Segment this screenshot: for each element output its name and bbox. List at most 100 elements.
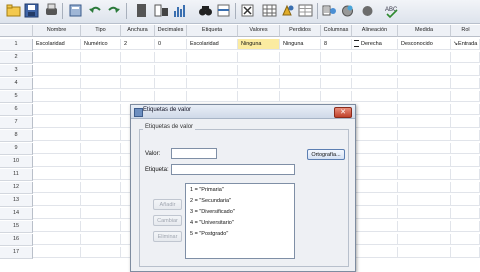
row-number[interactable]: 5 [0, 91, 33, 103]
save-icon[interactable] [24, 2, 39, 19]
empty-cell[interactable] [33, 247, 81, 258]
empty-cell[interactable] [451, 182, 480, 193]
empty-cell[interactable] [81, 234, 121, 245]
print-icon[interactable] [44, 2, 59, 19]
empty-cell[interactable] [81, 143, 121, 154]
empty-cell[interactable] [187, 65, 238, 76]
empty-cell[interactable] [81, 221, 121, 232]
empty-cell[interactable] [451, 65, 480, 76]
empty-cell[interactable] [321, 65, 352, 76]
row-number[interactable]: 13 [0, 195, 33, 207]
empty-cell[interactable] [352, 52, 398, 63]
row-number[interactable]: 11 [0, 169, 33, 181]
spell-check-icon[interactable]: ABC [384, 2, 399, 19]
col-header-tipo[interactable]: Tipo [81, 25, 121, 37]
remove-button[interactable]: Eliminar [153, 231, 182, 242]
empty-cell[interactable] [33, 104, 81, 115]
row-number[interactable]: 8 [0, 130, 33, 142]
empty-cell[interactable] [238, 65, 280, 76]
empty-cell[interactable] [398, 195, 451, 206]
empty-cell[interactable] [33, 169, 81, 180]
cell-anchura[interactable]: 2 [121, 39, 155, 50]
add-button[interactable]: Añadir [153, 199, 182, 210]
empty-cell[interactable] [451, 221, 480, 232]
value-labels-icon[interactable] [322, 2, 337, 19]
goto-case-icon[interactable] [134, 2, 149, 19]
row-number[interactable]: 3 [0, 65, 33, 77]
row-number[interactable]: 2 [0, 52, 33, 64]
col-header-nombre[interactable]: Nombre [33, 25, 81, 37]
cell-perdidos[interactable]: Ninguna [280, 39, 321, 50]
label-input[interactable] [171, 164, 295, 175]
empty-cell[interactable] [81, 182, 121, 193]
col-header-perdidos[interactable]: Perdidos [280, 25, 321, 37]
close-button[interactable]: ✕ [334, 107, 352, 118]
cell-etiqueta[interactable]: Escolaridad [187, 39, 238, 50]
empty-cell[interactable] [398, 247, 451, 258]
empty-cell[interactable] [33, 156, 81, 167]
empty-cell[interactable] [187, 78, 238, 89]
empty-cell[interactable] [33, 182, 81, 193]
undo-icon[interactable] [88, 2, 103, 19]
empty-cell[interactable] [33, 52, 81, 63]
goto-variable-icon[interactable] [154, 2, 169, 19]
empty-cell[interactable] [352, 208, 398, 219]
cell-rol[interactable]: ↘Entrada [451, 39, 480, 50]
empty-cell[interactable] [33, 195, 81, 206]
empty-cell[interactable] [352, 221, 398, 232]
empty-cell[interactable] [280, 52, 321, 63]
empty-cell[interactable] [280, 65, 321, 76]
empty-cell[interactable] [238, 78, 280, 89]
empty-cell[interactable] [33, 234, 81, 245]
row-number[interactable]: 12 [0, 182, 33, 194]
list-item[interactable]: 2 = "Secundaria" [190, 198, 231, 204]
empty-cell[interactable] [33, 143, 81, 154]
value-labels-list[interactable]: 1 = "Primaria" 2 = "Secundaria" 3 = "Div… [185, 183, 295, 259]
col-header-anchura[interactable]: Anchura [121, 25, 155, 37]
row-number[interactable]: 1 [0, 39, 33, 51]
empty-cell[interactable] [33, 208, 81, 219]
empty-cell[interactable] [398, 52, 451, 63]
row-number[interactable]: 6 [0, 104, 33, 116]
list-item[interactable]: 1 = "Primaria" [190, 187, 224, 193]
empty-cell[interactable] [352, 130, 398, 141]
redo-icon[interactable] [106, 2, 121, 19]
col-header-etiqueta[interactable]: Etiqueta [187, 25, 238, 37]
col-header-rol[interactable]: Rol [451, 25, 480, 37]
empty-cell[interactable] [451, 169, 480, 180]
empty-cell[interactable] [155, 52, 187, 63]
empty-cell[interactable] [451, 130, 480, 141]
show-all-variables-icon[interactable] [360, 2, 375, 19]
empty-cell[interactable] [451, 104, 480, 115]
dialog-recall-icon[interactable] [68, 2, 83, 19]
col-header-decimales[interactable]: Decimales [155, 25, 187, 37]
cell-nombre[interactable]: Escolaridad [33, 39, 81, 50]
empty-cell[interactable] [33, 130, 81, 141]
empty-cell[interactable] [81, 91, 121, 102]
empty-cell[interactable] [352, 91, 398, 102]
empty-cell[interactable] [398, 221, 451, 232]
cell-medida[interactable]: Desconocido [398, 39, 451, 50]
empty-cell[interactable] [398, 234, 451, 245]
empty-cell[interactable] [33, 65, 81, 76]
empty-cell[interactable] [81, 117, 121, 128]
empty-cell[interactable] [451, 195, 480, 206]
empty-cell[interactable] [398, 65, 451, 76]
weight-cases-icon[interactable] [280, 2, 295, 19]
empty-cell[interactable] [451, 117, 480, 128]
use-sets-icon[interactable] [340, 2, 355, 19]
empty-cell[interactable] [398, 78, 451, 89]
empty-cell[interactable] [155, 65, 187, 76]
empty-cell[interactable] [451, 156, 480, 167]
empty-cell[interactable] [238, 52, 280, 63]
find-icon[interactable] [198, 2, 213, 19]
empty-cell[interactable] [81, 208, 121, 219]
empty-cell[interactable] [398, 156, 451, 167]
open-folder-icon[interactable] [6, 2, 21, 19]
empty-cell[interactable] [451, 234, 480, 245]
empty-cell[interactable] [352, 65, 398, 76]
col-header-columnas[interactable]: Columnas [321, 25, 352, 37]
empty-cell[interactable] [451, 78, 480, 89]
empty-cell[interactable] [352, 78, 398, 89]
empty-cell[interactable] [352, 156, 398, 167]
